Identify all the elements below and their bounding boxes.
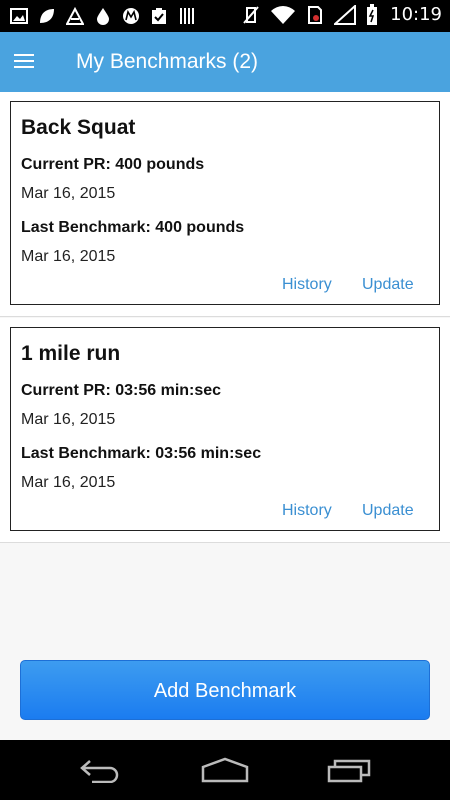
benchmark-list-item: Back Squat Current PR: 400 pounds Mar 16… [0, 92, 450, 317]
clipboard-check-icon [150, 6, 168, 26]
recents-icon[interactable] [320, 754, 380, 786]
benchmark-name: 1 mile run [21, 342, 121, 365]
last-benchmark-date: Mar 16, 2015 [21, 474, 116, 491]
wifi-icon [270, 5, 296, 25]
benchmark-card: Back Squat Current PR: 400 pounds Mar 16… [10, 101, 440, 305]
last-benchmark-label: Last Benchmark: 03:56 min:sec [21, 445, 262, 462]
benchmark-name: Back Squat [21, 116, 136, 139]
no-vibrate-icon [242, 5, 260, 25]
update-link[interactable]: Update [362, 276, 414, 294]
motorola-icon [122, 6, 140, 26]
status-bar: 10:19 [0, 0, 450, 32]
navigation-bar [0, 740, 450, 800]
android-icon [66, 6, 84, 26]
history-link[interactable]: History [282, 276, 332, 294]
page-title: My Benchmarks (2) [76, 50, 259, 73]
history-link[interactable]: History [282, 502, 332, 520]
back-icon[interactable] [70, 754, 130, 786]
update-link[interactable]: Update [362, 502, 414, 520]
drop-icon [94, 6, 112, 26]
status-time: 10:19 [390, 4, 442, 25]
current-pr-date: Mar 16, 2015 [21, 185, 116, 202]
current-pr-label: Current PR: 03:56 min:sec [21, 382, 222, 399]
leaf-icon [38, 6, 56, 26]
home-icon[interactable] [195, 754, 255, 786]
notification-icons [10, 6, 196, 26]
battery-icon [366, 3, 378, 25]
no-sim-icon [306, 5, 324, 25]
barcode-icon [178, 6, 196, 26]
benchmark-card: 1 mile run Current PR: 03:56 min:sec Mar… [10, 327, 440, 531]
app-bar: My Benchmarks (2) [0, 32, 450, 92]
current-pr-label: Current PR: 400 pounds [21, 156, 205, 173]
last-benchmark-label: Last Benchmark: 400 pounds [21, 219, 245, 236]
signal-icon [334, 4, 357, 25]
hamburger-menu-icon[interactable] [14, 50, 42, 74]
image-icon [10, 6, 28, 26]
last-benchmark-date: Mar 16, 2015 [21, 248, 116, 265]
current-pr-date: Mar 16, 2015 [21, 411, 116, 428]
benchmark-list-item: 1 mile run Current PR: 03:56 min:sec Mar… [0, 318, 450, 543]
add-benchmark-button[interactable]: Add Benchmark [20, 660, 430, 720]
system-icons: 10:19 [242, 3, 442, 25]
